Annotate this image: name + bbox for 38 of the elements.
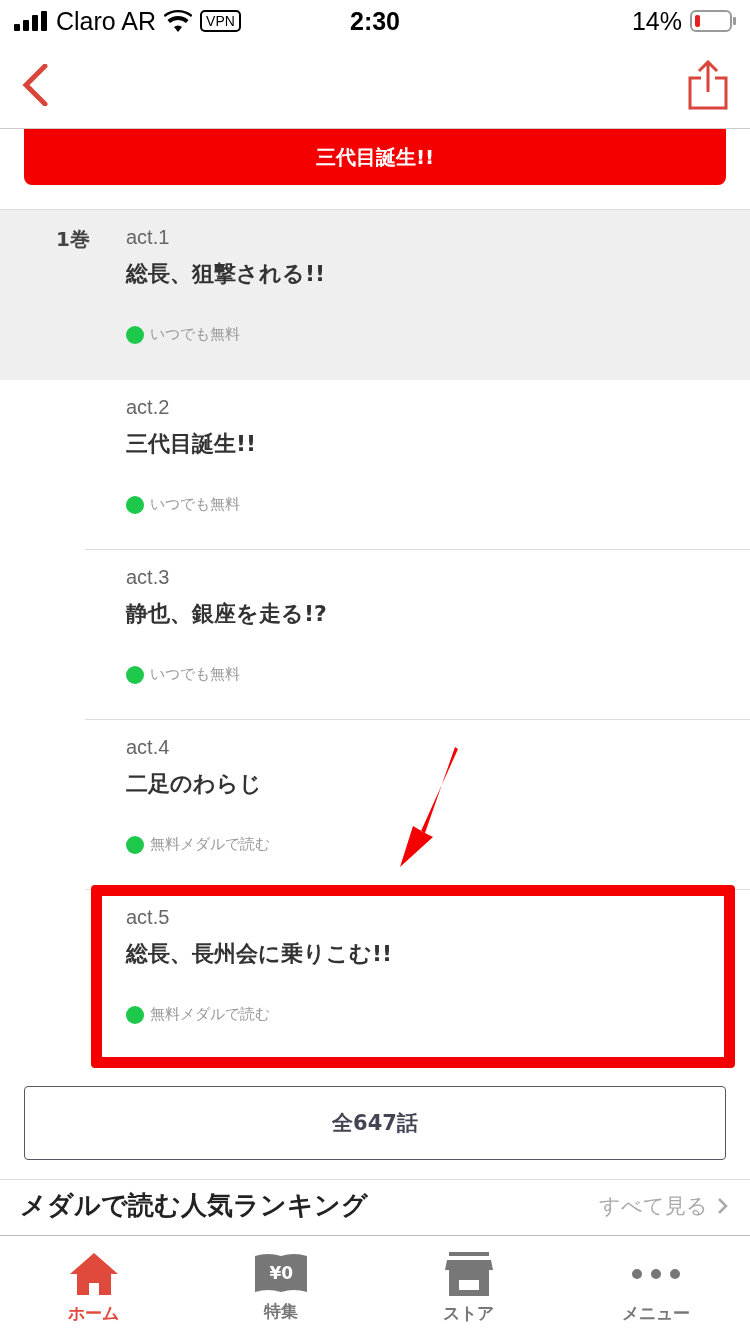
tab-item[interactable]: ホーム — [0, 1236, 188, 1334]
episode-number: act.5 — [126, 906, 171, 929]
tab-item[interactable]: ストア — [375, 1236, 563, 1334]
more-icon — [632, 1269, 681, 1279]
vpn-badge: VPN — [200, 10, 241, 32]
tab-item[interactable]: メニュー — [562, 1236, 750, 1334]
tab-item[interactable]: ¥0 特集 — [187, 1236, 375, 1334]
volume-label: 1巻 — [56, 227, 90, 251]
episode-title: 二足のわらじ — [126, 770, 263, 798]
episode-title: 三代目誕生!! — [126, 430, 258, 458]
episode-title: 総長、長州会に乗りこむ!! — [126, 940, 394, 968]
price-label: 無料メダルで読む — [150, 835, 270, 854]
store-icon — [444, 1252, 493, 1296]
battery-percent: 14% — [631, 6, 682, 36]
episode-banner[interactable]: 三代目誕生!! — [24, 129, 726, 185]
battery-icon — [690, 10, 736, 32]
episode-number: act.2 — [126, 396, 171, 419]
episode-number: act.1 — [126, 226, 171, 249]
signal-icon — [14, 11, 48, 31]
home-icon — [68, 1252, 119, 1296]
episode-title: 静也、銀座を走る!? — [126, 600, 328, 628]
episode-row[interactable]: 1巻 act.1 総長、狙撃される!! いつでも無料 — [0, 210, 750, 380]
clock-time: 2:30 — [350, 6, 401, 36]
carrier-name: Claro AR — [56, 6, 157, 36]
price-label: いつでも無料 — [150, 325, 240, 344]
share-icon[interactable] — [688, 60, 728, 110]
wifi-icon — [164, 10, 193, 32]
episode-title: 総長、狙撃される!! — [126, 260, 327, 288]
episode-number: act.4 — [126, 736, 171, 759]
all-episodes-button[interactable]: 全647話 — [24, 1086, 726, 1160]
section-title: メダルで読む人気ランキング — [20, 1189, 368, 1222]
price-label: いつでも無料 — [150, 665, 240, 684]
book-icon: ¥0 — [255, 1252, 308, 1294]
price-label: 無料メダルで読む — [150, 1005, 270, 1024]
chevron-icon — [718, 1197, 728, 1214]
price-label: いつでも無料 — [150, 495, 240, 514]
back-icon[interactable] — [22, 64, 48, 106]
episode-number: act.3 — [126, 566, 171, 589]
